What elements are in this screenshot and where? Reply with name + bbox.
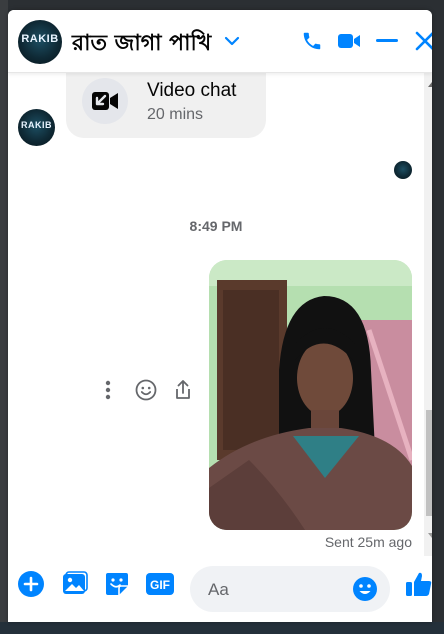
chat-header: RAKIB রাত জাগা পাখি [8, 10, 432, 73]
scrollbar-thumb[interactable] [426, 410, 432, 516]
react-emoji-icon[interactable] [134, 378, 158, 402]
background-left [0, 0, 8, 634]
sticker-icon[interactable] [102, 569, 132, 599]
message-input-placeholder: Aa [208, 580, 229, 599]
video-call-icon[interactable] [336, 28, 362, 54]
scroll-down-icon[interactable] [427, 532, 432, 540]
minimize-icon[interactable] [374, 28, 400, 54]
sent-status: Sent 25m ago [324, 534, 412, 550]
chevron-down-icon[interactable] [219, 28, 245, 54]
message-input[interactable]: Aa [190, 566, 390, 612]
taskbar-strip [0, 622, 444, 634]
like-icon[interactable] [404, 569, 432, 599]
avatar-text: RAKIB [21, 33, 59, 46]
missed-video-call-icon [82, 78, 128, 124]
contact-name[interactable]: রাত জাগা পাখি [72, 26, 211, 63]
message-timestamp: 8:49 PM [189, 218, 243, 234]
call-title: Video chat [147, 80, 237, 101]
close-icon[interactable] [412, 28, 432, 54]
video-chat-bubble[interactable]: Video chat 20 mins [66, 72, 266, 138]
chat-window: RAKIB রাত জাগা পাখি RAKIB Video chat 20 … [8, 10, 432, 622]
call-duration: 20 mins [147, 106, 204, 123]
svg-text:GIF: GIF [150, 578, 170, 592]
share-icon[interactable] [171, 378, 195, 402]
contact-avatar[interactable]: RAKIB [18, 20, 62, 64]
composer-bar: GIF Aa [8, 556, 432, 622]
emoji-icon[interactable] [352, 576, 378, 602]
avatar-text: RAKIB [21, 120, 52, 131]
message-list[interactable]: RAKIB Video chat 20 mins 8:49 PM Sent 25… [8, 72, 424, 556]
more-options-icon[interactable] [96, 378, 120, 402]
add-icon[interactable] [16, 569, 46, 599]
photo-icon[interactable] [60, 569, 90, 599]
sender-avatar[interactable]: RAKIB [18, 109, 55, 146]
photo-attachment[interactable] [209, 260, 412, 530]
phone-call-icon[interactable] [299, 28, 325, 54]
scroll-up-icon[interactable] [427, 80, 432, 88]
seen-avatar [394, 161, 412, 179]
gif-icon[interactable]: GIF [145, 569, 175, 599]
